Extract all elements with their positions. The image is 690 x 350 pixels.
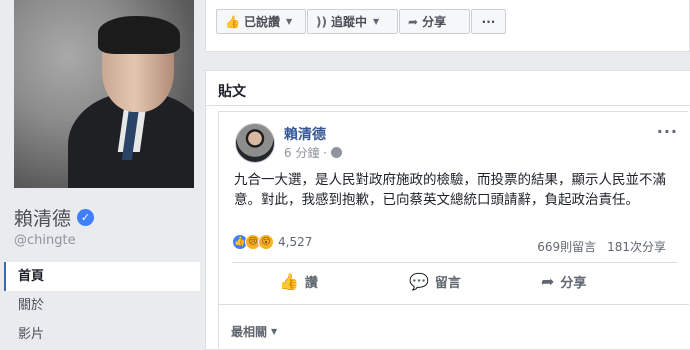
comment-sort-dropdown[interactable]: 最相關 ▼: [231, 323, 277, 340]
share-count[interactable]: 181次分享: [607, 238, 666, 255]
liked-button[interactable]: 👍 已說讚 ▼: [216, 9, 306, 34]
rss-icon: )): [316, 14, 327, 29]
sort-label: 最相關: [231, 325, 268, 339]
more-dots-icon: ···: [481, 14, 496, 29]
nav-item-videos[interactable]: 影片: [0, 320, 200, 349]
post-stats: 669則留言 181次分享: [537, 238, 666, 255]
share-arrow-icon: ➦: [408, 14, 419, 29]
divider: [206, 105, 690, 106]
profile-name-text[interactable]: 賴清德: [14, 204, 71, 231]
like-button[interactable]: 👍 讚: [279, 272, 318, 291]
divider: [232, 262, 677, 263]
comment-bubble-icon: 💬: [409, 272, 429, 291]
post-text: 九合一大選，是人民對政府施政的檢驗，而投票的結果，顯示人民並不滿意。對此，我感到…: [234, 172, 666, 208]
share-page-button-label: 分享: [422, 15, 447, 29]
liked-button-label: 已說讚: [243, 15, 280, 29]
like-button-label: 讚: [304, 276, 318, 291]
posts-title: 貼文: [218, 84, 246, 100]
post: 賴清德 6 分鐘 · ··· 九合一大選，是人民對政府施政的檢驗，而投票的結果，…: [218, 111, 689, 350]
photo-hair: [98, 16, 180, 54]
profile-handle: @chingte: [14, 233, 76, 248]
profile-nav: 首頁 關於 影片: [0, 262, 200, 349]
wow-reaction-icon: 😮: [258, 234, 274, 250]
profile-name[interactable]: 賴清德 ✓: [14, 204, 95, 231]
nav-item-about[interactable]: 關於: [0, 291, 200, 320]
reactions-summary[interactable]: 👍 😢 😮 4,527: [232, 234, 312, 250]
comment-button[interactable]: 💬 留言: [409, 272, 461, 291]
following-button[interactable]: )) 追蹤中 ▼: [307, 9, 398, 34]
avatar[interactable]: [235, 123, 275, 163]
share-button[interactable]: ➦ 分享: [541, 272, 586, 291]
nav-item-home[interactable]: 首頁: [4, 262, 200, 291]
share-arrow-icon: ➦: [541, 272, 555, 291]
comment-button-label: 留言: [434, 276, 461, 291]
thumbs-up-icon: 👍: [225, 14, 240, 29]
post-timestamp[interactable]: 6 分鐘 ·: [284, 144, 343, 161]
chevron-down-icon: ▼: [372, 17, 380, 26]
posts-card: 貼文 賴清德 6 分鐘 · ··· 九合一大選，是人民對政府施政的檢驗，而投票的…: [205, 70, 690, 350]
reaction-count[interactable]: 4,527: [278, 235, 312, 249]
post-action-row: 👍 讚 💬 留言 ➦ 分享: [219, 264, 689, 304]
post-time-text[interactable]: 6 分鐘 ·: [284, 144, 327, 161]
divider: [219, 304, 689, 305]
chevron-down-icon: ▼: [271, 327, 278, 336]
share-button-label: 分享: [560, 276, 587, 291]
comment-count[interactable]: 669則留言: [537, 238, 596, 255]
post-options-icon[interactable]: ···: [657, 122, 678, 141]
page-action-bar: 👍 已說讚 ▼ )) 追蹤中 ▼ ➦ 分享 ···: [205, 0, 690, 52]
more-button[interactable]: ···: [471, 9, 506, 34]
thumbs-up-icon: 👍: [279, 272, 299, 291]
share-page-button[interactable]: ➦ 分享: [399, 9, 470, 34]
post-author[interactable]: 賴清德: [284, 124, 326, 144]
profile-photo[interactable]: [14, 0, 194, 188]
verified-badge-icon: ✓: [77, 209, 95, 226]
following-button-label: 追蹤中: [330, 15, 367, 29]
chevron-down-icon: ▼: [285, 17, 293, 26]
globe-icon: [331, 147, 343, 158]
